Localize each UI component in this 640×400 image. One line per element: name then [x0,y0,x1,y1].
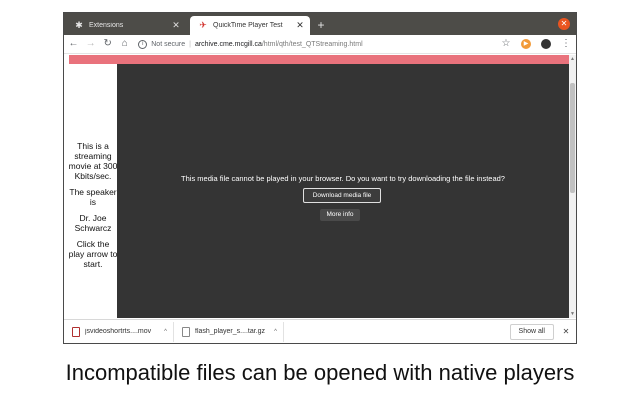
vertical-scrollbar[interactable]: ▲ ▼ [569,55,576,318]
tab-title: Extensions [89,22,124,29]
tab-title: QuickTime Player Test [213,22,283,29]
chevron-up-icon[interactable]: ^ [164,329,167,335]
home-button[interactable]: ⌂ [117,36,132,52]
close-shelf-icon[interactable]: ✕ [560,327,572,336]
bookmark-star-icon[interactable]: ☆ [498,36,514,52]
extension-icon[interactable]: ▶ [521,39,531,49]
close-tab-icon[interactable]: ✕ [170,20,182,31]
address-bar[interactable]: i Not secure | archive.cme.mcgill.ca/htm… [138,37,496,52]
sidebar-paragraph: Dr. Joe Schwarcz [74,213,112,233]
menu-icon[interactable]: ⋮ [558,36,574,52]
page-sidebar-text: This is a streaming movie at 300 Kbits/s… [68,141,118,275]
player-message: This media file cannot be played in your… [181,174,505,183]
bird-icon: ✈ [199,20,207,30]
back-button[interactable]: ← [66,36,81,52]
browser-toolbar: ← → ↻ ⌂ i Not secure | archive.cme.mcgil… [64,35,576,54]
puzzle-icon: ✱ [75,20,83,30]
download-shelf: jsvideoshortrts....mov ^ flash_player_s.… [64,319,576,343]
scroll-up-icon[interactable]: ▲ [569,55,576,63]
archive-file-icon [182,326,190,337]
sidebar-paragraph: This is a streaming movie at 300 Kbits/s… [68,141,118,181]
toolbar-actions: ☆ ▶ ⋮ [496,36,576,52]
download-filename: flash_player_s....tar.gz [195,328,266,335]
download-item[interactable]: jsvideoshortrts....mov ^ [64,321,174,342]
sidebar-paragraph: The speaker is [69,187,117,207]
info-icon[interactable]: i [138,39,148,49]
profile-icon[interactable] [541,39,551,49]
more-info-button[interactable]: More info [320,209,360,221]
tab-quicktime-player-test[interactable]: ✈ QuickTime Player Test ✕ [190,16,310,35]
chevron-up-icon[interactable]: ^ [274,329,277,335]
forward-button[interactable]: → [83,36,98,52]
tab-extensions[interactable]: ✱ Extensions ✕ [66,16,186,35]
media-player[interactable]: This media file cannot be played in your… [117,64,569,318]
page-banner [69,55,569,64]
download-media-button[interactable]: Download media file [303,188,381,203]
caption: Incompatible files can be opened with na… [65,360,575,385]
url-path: /html/qth/test_QTStreaming.html [261,40,363,48]
url-host: archive.cme.mcgill.ca [194,40,262,48]
new-tab-button[interactable]: + [314,17,328,33]
window-close-button[interactable]: ✕ [558,18,570,30]
security-label: Not secure [151,40,186,48]
sidebar-paragraph: Click the play arrow to start. [68,239,118,269]
video-file-icon [72,326,80,337]
divider: | [189,40,191,48]
scroll-thumb[interactable] [570,83,575,193]
download-item[interactable]: flash_player_s....tar.gz ^ [174,321,284,342]
close-tab-icon[interactable]: ✕ [294,20,306,31]
download-filename: jsvideoshortrts....mov [85,328,152,335]
page-viewport: This is a streaming movie at 300 Kbits/s… [64,55,576,318]
show-all-button[interactable]: Show all [509,323,554,340]
reload-button[interactable]: ↻ [100,36,115,52]
tab-strip: ✱ Extensions ✕ ✈ QuickTime Player Test ✕… [64,13,576,35]
scroll-down-icon[interactable]: ▼ [569,310,576,318]
browser-window: ✱ Extensions ✕ ✈ QuickTime Player Test ✕… [63,12,577,344]
